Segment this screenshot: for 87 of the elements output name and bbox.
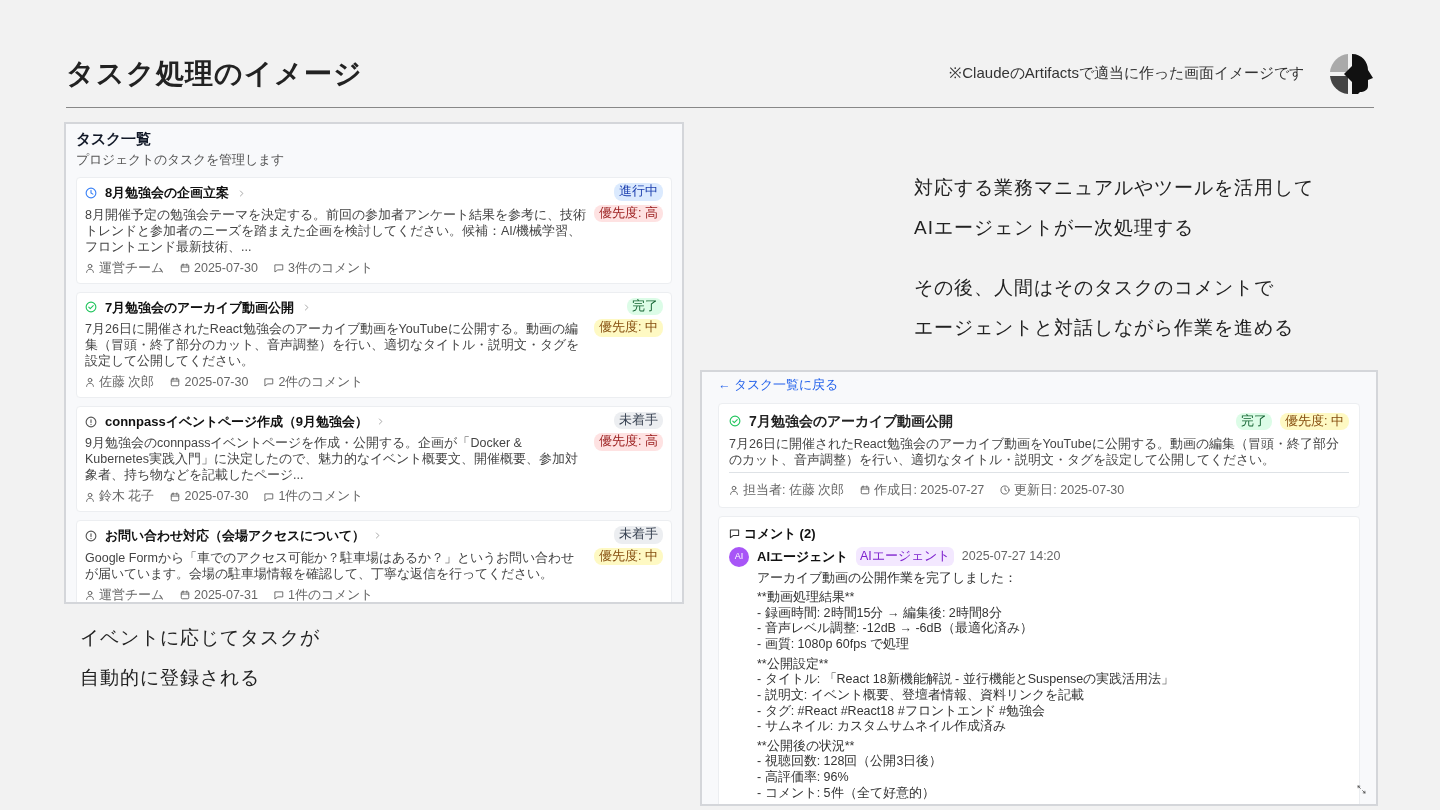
person-icon <box>85 263 95 274</box>
status-badge: 進行中 <box>614 183 663 201</box>
task-card[interactable]: 7月勉強会のアーカイブ動画公開 7月26日に開催されたReact勉強会のアーカイブ動画をYouTubeに公開する。動画の編集（冒頭・終了部分のカット、音声調整）を行い、適切なタイトル・説明文・タグを設定して公開してください。 佐藤 次郎 2025-07-30 2件のコメント 完了 優先度: 中 <box>76 291 672 398</box>
comment-icon <box>264 377 275 388</box>
person-icon <box>729 485 739 496</box>
calendar-icon <box>170 377 181 388</box>
assignee-text: 鈴木 花子 <box>99 488 155 506</box>
date-text: 2025-07-30 <box>184 488 249 506</box>
comment-count: 1件のコメント <box>278 488 364 506</box>
priority-badge: 優先度: 高 <box>594 204 663 223</box>
comment-icon <box>273 589 284 600</box>
comment-line: - サムネイル: カスタムサムネイル作成済み <box>757 719 1007 735</box>
comment-count: 3件のコメント <box>287 259 373 277</box>
author-tag: AIエージェント <box>856 547 954 567</box>
comment-line: - タイトル: 「React 18新機能解説 - 並行機能とSuspenseの実践活用法」 <box>757 672 1175 688</box>
status-badge: 完了 <box>1236 412 1273 430</box>
calendar-icon <box>170 491 181 502</box>
comment-count: 1件のコメント <box>287 586 373 602</box>
task-description: Google Formから「車でのアクセス可能か？駐車場はあるか？」というお問い合わせが届いています。会場の駐車場情報を確認して、丁寧な返信を行ってください。 <box>85 549 575 582</box>
comment-line: アーカイブ動画の公開作業を完了しました： <box>757 570 1018 587</box>
assignee-text: 担当者: 佐藤 次郎 <box>743 481 845 499</box>
comment-author: AIエージェント <box>757 548 848 566</box>
task-title: connpassイベントページ作成（9月勉強会） <box>105 412 368 431</box>
priority-badge: 優先度: 中 <box>594 319 663 337</box>
back-link[interactable]: ← タスク一覧に戻る <box>718 376 838 395</box>
task-title: お問い合わせ対応（会場アクセスについて） <box>105 527 365 545</box>
comment-line: - 説明文: イベント概要、登壇者情報、資料リンクを記載 <box>757 687 1085 704</box>
calendar-icon <box>180 263 190 274</box>
task-title: 7月勉強会のアーカイブ動画公開 <box>749 411 954 431</box>
comment-line: - 音声レベル調整: -12dB → -6dB（最適化済み） <box>757 621 1034 637</box>
date-text: 2025-07-30 <box>184 374 249 391</box>
person-icon <box>85 377 95 388</box>
task-description: 8月開催予定の勉強会テーマを決定する。前回の参加者アンケート結果を参考に、技術トレンドと参加者のニーズを踏まえた企画を検討してください。候補：AI/機械学習、フロントエンド最新技術、... <box>85 206 587 255</box>
comment-line: - タグ: #React #React18 #フロントエンド #勉強会 <box>757 703 1047 719</box>
created-date: 作成日: 2025-07-27 <box>874 481 985 499</box>
date-text: 2025-07-31 <box>194 586 258 602</box>
date-text: 2025-07-30 <box>194 259 258 277</box>
caption-text: 対応する業務マニュアルやツールを活用して AIエージェントが一次処理する <box>914 176 1314 240</box>
chevron-right-icon <box>237 188 247 198</box>
task-card[interactable]: 8月勉強会の企画立案 8月開催予定の勉強会テーマを決定する。前回の参加者アンケート結果を参考に、技術トレンドと参加者のニーズを踏まえた企画を検討してください。候補：AI/機械学習、フロントエンド最新技術、... 運営チーム 2025-07-30 3件のコメント 進行中 優先度: 高 <box>76 177 672 284</box>
priority-badge: 優先度: 中 <box>594 547 663 565</box>
task-description: 9月勉強会のconnpassイベントページを作成・公開する。企画が「Docker & Kubernetes実践入門」に決定したので、魅力的なイベント概要文、開催概要、参加対象者、持ち物などを記載したページ... <box>85 435 579 484</box>
comment-line: - 高評価率: 96% <box>757 770 850 786</box>
avatar: AI <box>729 547 749 567</box>
task-card[interactable]: connpassイベントページ作成（9月勉強会） 9月勉強会のconnpassイベントページを作成・公開する。企画が「Docker & Kubernetes実践入門」に決定したので、魅力的なイベント概要文、開催概要、参加対象者、持ち物などを記載したページ... 鈴木 花子 2025-07-30 1件のコメント 未着手 優先度: 高 <box>76 405 672 512</box>
comment-icon <box>273 263 284 274</box>
person-icon <box>85 589 95 600</box>
comment-count: 2件のコメント <box>278 374 364 391</box>
note-text: ※ClaudeのArtifactsで適当に作った画面イメージです <box>949 63 1304 84</box>
task-description: 7月26日に開催されたReact勉強会のアーカイブ動画をYouTubeに公開する。動画の編集（冒頭・終了部分のカット、音声調整）を行い、適切なタイトル・説明文・タグを設定して公開してください。 <box>729 435 1349 473</box>
comment-icon <box>264 491 275 502</box>
comment-line: - 画質: 1080p 60fps で処理 <box>757 637 910 653</box>
expand-icon <box>1357 785 1366 794</box>
comment-time: 2025-07-27 14:20 <box>961 548 1061 566</box>
chevron-right-icon <box>373 531 382 541</box>
calendar-icon <box>860 485 871 496</box>
status-badge: 完了 <box>627 297 663 315</box>
comment-line: **公開設定** <box>757 656 830 673</box>
assignee-text: 運営チーム <box>99 586 164 602</box>
task-description: 7月26日に開催されたReact勉強会のアーカイブ動画をYouTubeに公開する。動画の編集（冒頭・終了部分のカット、音声調整）を行い、適切なタイトル・説明文・タグを設定して公開してください。 <box>85 321 580 369</box>
logo-icon <box>1328 51 1374 96</box>
task-card[interactable]: お問い合わせ対応（会場アクセスについて） Google Formから「車でのアクセス可能か？駐車場はあるか？」というお問い合わせが届いています。会場の駐車場情報を確認して、丁寧な返信を行ってください。 運営チーム 2025-07-31 1件のコメント 未着手 優先度: 中 <box>76 520 672 602</box>
comments-heading: コメント (2) <box>744 524 816 543</box>
status-badge: 未着手 <box>614 526 663 544</box>
page-title: タスク一覧 <box>76 129 152 149</box>
priority-badge: 優先度: 中 <box>1280 412 1349 430</box>
clock-icon <box>1000 485 1011 496</box>
updated-date: 更新日: 2025-07-30 <box>1014 481 1125 499</box>
priority-badge: 優先度: 高 <box>594 433 663 451</box>
caption-text: イベントに応じてタスクが 自動的に登録される <box>80 626 320 690</box>
task-title: 8月勉強会の企画立案 <box>105 184 230 203</box>
slide-title: タスク処理のイメージ <box>66 56 363 91</box>
page-subtitle: プロジェクトのタスクを管理します <box>76 151 285 169</box>
comment-line: - 視聴回数: 128回（公開3日後） <box>757 754 944 770</box>
calendar-icon <box>180 589 190 600</box>
assignee-text: 運営チーム <box>99 259 164 277</box>
comment-line: - コメント: 5件（全て好意的） <box>757 785 936 802</box>
comment-line: **動画処理結果** <box>757 590 856 606</box>
comment-line: **公開後の状況** <box>757 738 856 754</box>
task-title: 7月勉強会のアーカイブ動画公開 <box>105 298 295 317</box>
comment-line: - 録画時間: 2時間15分 → 編集後: 2時間8分 <box>757 605 1003 621</box>
comment-icon <box>729 527 740 539</box>
chevron-right-icon <box>302 302 312 312</box>
status-badge: 未着手 <box>614 411 663 430</box>
person-icon <box>85 491 95 502</box>
assignee-text: 佐藤 次郎 <box>99 374 155 391</box>
caption-text: その後、人間はそのタスクのコメントで エージェントと対話しながら作業を進める <box>914 276 1294 340</box>
